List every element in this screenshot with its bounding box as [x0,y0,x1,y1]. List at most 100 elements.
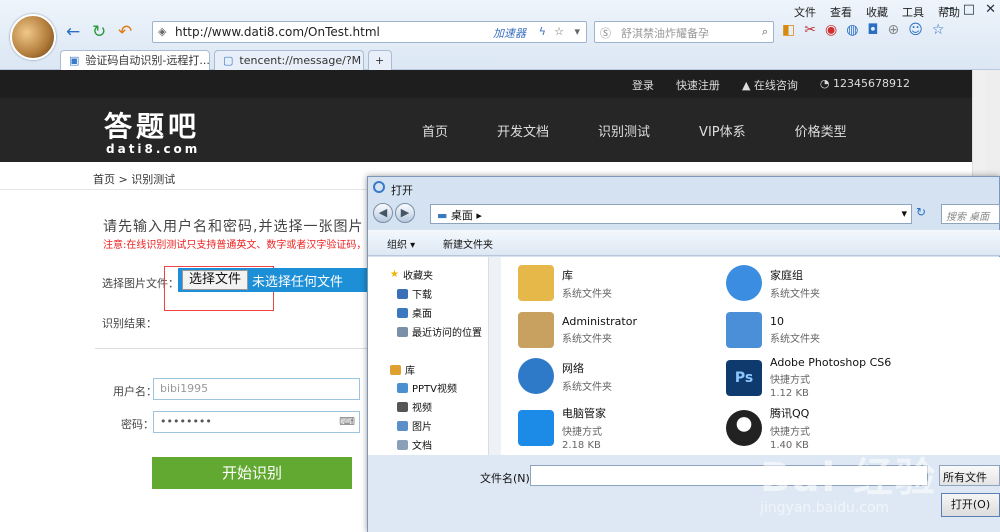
avatar[interactable] [10,14,56,60]
file-item-homegroup[interactable]: 家庭组 系统文件夹 [726,265,820,301]
favorite-icon[interactable]: ☆ [932,22,945,38]
photoshop-icon: Ps [726,359,762,396]
file-size: 1.12 KB [770,388,809,399]
tree-item-favorites[interactable]: ★ 收藏夹 [390,267,433,282]
organize-button[interactable]: 组织 ▾ [387,236,415,251]
shield-icon: ◈ [158,25,167,38]
close-icon[interactable]: ✕ [985,2,996,17]
file-item-pcmanager[interactable]: 电脑管家 快捷方式 2.18 KB [518,405,606,451]
menu-file[interactable]: 文件 [794,4,816,20]
tree-label: 图片 [412,422,432,433]
consult-link[interactable]: ▲ 在线咨询 [742,77,798,93]
browser-search-box[interactable]: Ⓢ 舒淇禁油炸耀备孕 ⌕ [594,21,774,43]
dialog-icon [373,181,385,193]
tree-label: 下载 [412,290,432,301]
user-icon[interactable]: ☺ [908,22,923,38]
nav-test[interactable]: 识别测试 [598,121,650,140]
chevron-down-icon[interactable]: ▾ [574,25,580,38]
tree-item-recent[interactable]: 最近访问的位置 [397,324,482,339]
filename-label: 文件名(N): [480,472,534,485]
tree-label: 视频 [412,403,432,414]
main-nav: 首页 开发文档 识别测试 VIP体系 价格类型 [422,121,847,140]
refresh-icon[interactable]: ↻ [916,205,926,219]
new-tab-button[interactable]: + [368,50,392,70]
forward-icon[interactable]: ▶ [395,203,415,223]
login-link[interactable]: 登录 [632,77,654,93]
weibo-icon[interactable]: ◉ [825,22,837,38]
tree-item-videos[interactable]: 视频 [397,399,432,414]
file-item-library[interactable]: 库系统文件夹 [518,265,612,301]
window-controls: ─ □ ✕ [945,2,996,17]
start-recognition-button[interactable]: 开始识别 [152,457,352,489]
undo-icon[interactable]: ↶ [118,22,132,42]
nav-home[interactable]: 首页 [422,121,448,140]
tree-item-library[interactable]: 库 [390,362,415,377]
tree-item-pictures[interactable]: 图片 [397,418,432,433]
search-icon[interactable]: ⌕ [762,25,768,39]
dialog-path-bar[interactable]: ▬ 桌面 ▸ ▾ [430,204,912,224]
file-name: 家庭组 [770,268,803,282]
chevron-right-icon: ▸ [476,209,482,222]
notice-text: 注意:在线识别测试只支持普通英文、数字或者汉字验证码，远 [103,240,377,251]
shield-tool-icon[interactable]: ◘ [867,22,878,38]
tree-label: PPTV视频 [412,384,458,395]
file-type: 快捷方式 [770,427,810,438]
picture-icon [397,420,408,431]
top-links: 登录 快速注册 ▲ 在线咨询 ◔ 12345678912 [632,77,910,93]
star-icon: ★ [390,269,399,280]
tree-item-documents[interactable]: 文档 [397,437,432,452]
tree-item-desktop[interactable]: 桌面 [397,305,432,320]
register-link[interactable]: 快速注册 [676,77,720,93]
password-field[interactable]: •••••••• ⌨ [153,411,360,433]
star-icon[interactable]: ☆ [554,25,564,38]
download-folder-icon [397,288,408,299]
nav-pane-scrollbar[interactable] [488,257,501,455]
qq-icon[interactable]: ◍ [846,22,858,38]
open-button[interactable]: 打开(O) [941,493,1000,517]
tree-label: 库 [405,366,415,377]
keyboard-icon[interactable]: ⌨ [339,415,355,428]
breadcrumb: 首页 > 识别测试 [93,173,176,186]
filetype-select[interactable]: 所有文件 [939,465,1000,486]
dialog-search-input[interactable]: 搜索 桌面 [941,204,1000,224]
file-item-photoshop[interactable]: Ps Adobe Photoshop CS6 快捷方式 1.12 KB [726,356,891,399]
file-item-computer[interactable]: 10 系统文件夹 [726,312,820,348]
menu-tools[interactable]: 工具 [902,4,924,20]
choose-file-button[interactable]: 选择文件 [182,270,248,290]
file-type: 快捷方式 [562,427,602,438]
network-icon [518,358,554,394]
site-logo-sub: dati8.com [106,142,201,156]
result-label: 识别结果： [102,317,157,330]
address-bar[interactable]: ◈ http://www.dati8.com/OnTest.html 加速器 ϟ… [152,21,587,43]
tree-item-pptv[interactable]: PPTV视频 [397,380,457,395]
username-field[interactable]: bibi1995 [153,378,360,400]
menu-bar: 文件 查看 收藏 工具 帮助 [794,4,960,20]
back-icon[interactable]: ← [66,22,80,42]
tab-tencent[interactable]: ▢ tencent://message/?M ✕ [214,50,376,70]
maximize-icon[interactable]: □ [963,2,975,17]
site-logo[interactable]: 答题吧 [104,105,200,145]
minimize-icon[interactable]: ─ [945,2,953,17]
refresh-icon[interactable]: ↻ [92,22,106,42]
file-name: 库 [562,268,573,282]
lightning-icon[interactable]: ϟ [539,25,546,38]
note-icon[interactable]: ◧ [782,22,795,38]
file-type: 系统文件夹 [562,288,612,300]
tab-verification[interactable]: ▣ 验证码自动识别-远程打... ✕ [60,50,225,70]
menu-view[interactable]: 查看 [830,4,852,20]
nav-docs[interactable]: 开发文档 [497,121,549,140]
new-folder-button[interactable]: 新建文件夹 [443,236,493,251]
download-icon[interactable]: ⊕ [887,22,899,38]
file-item-network[interactable]: 网络 系统文件夹 [518,358,612,394]
scissors-icon[interactable]: ✂ [804,22,816,38]
accelerator-label[interactable]: 加速器 [493,25,526,41]
menu-favorites[interactable]: 收藏 [866,4,888,20]
tree-item-downloads[interactable]: 下载 [397,286,432,301]
nav-price[interactable]: 价格类型 [795,121,847,140]
file-name: 10 [770,315,784,328]
chevron-down-icon[interactable]: ▾ [901,207,907,220]
tree-label: 最近访问的位置 [412,328,482,339]
nav-vip[interactable]: VIP体系 [699,121,746,140]
file-item-administrator[interactable]: Administrator 系统文件夹 [518,312,637,348]
back-icon[interactable]: ◀ [373,203,393,223]
